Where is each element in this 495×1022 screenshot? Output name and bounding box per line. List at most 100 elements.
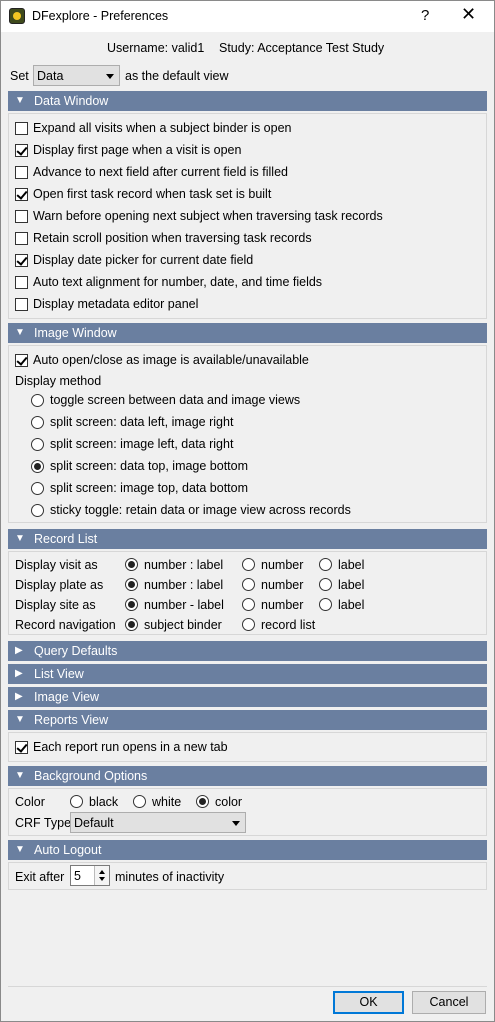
section-image-window[interactable]: ▼ Image Window bbox=[8, 323, 487, 343]
new-tab-checkbox[interactable] bbox=[15, 741, 28, 754]
color-radio-black[interactable] bbox=[70, 795, 83, 808]
color-radio-color[interactable] bbox=[196, 795, 209, 808]
section-auto-logout[interactable]: ▼ Auto Logout bbox=[8, 840, 487, 860]
triangle-right-icon: ▶ bbox=[15, 645, 23, 656]
spin-down-icon[interactable] bbox=[99, 877, 105, 881]
cancel-button[interactable]: Cancel bbox=[412, 991, 486, 1014]
section-image-view[interactable]: ▶ Image View bbox=[8, 687, 487, 707]
color-radio-white[interactable] bbox=[133, 795, 146, 808]
open-first-task-checkbox[interactable] bbox=[15, 188, 28, 201]
radio-label: number : label bbox=[144, 558, 224, 572]
section-reports-view[interactable]: ▼ Reports View bbox=[8, 710, 487, 730]
site-radio-number-label[interactable] bbox=[125, 598, 138, 611]
date-picker-checkbox[interactable] bbox=[15, 254, 28, 267]
method-radio-toggle[interactable] bbox=[31, 394, 44, 407]
method-label: toggle screen between data and image vie… bbox=[50, 393, 301, 407]
radio-label: label bbox=[338, 598, 365, 612]
display-first-page-checkbox[interactable] bbox=[15, 144, 28, 157]
triangle-down-icon: ▼ bbox=[15, 327, 25, 338]
exit-after-label: Exit after bbox=[15, 870, 65, 884]
section-label: Image Window bbox=[34, 326, 117, 340]
ok-button[interactable]: OK bbox=[333, 991, 404, 1014]
visit-radio-number[interactable] bbox=[242, 558, 255, 571]
spin-buttons[interactable] bbox=[94, 866, 109, 885]
option-label: Auto text alignment for number, date, an… bbox=[33, 275, 323, 289]
title-bar: DFexplore - Preferences ? ✕ bbox=[1, 1, 494, 32]
image-window-group bbox=[8, 345, 487, 523]
method-label: split screen: image left, data right bbox=[50, 437, 234, 451]
username-label: Username: valid1 bbox=[107, 41, 205, 55]
radio-label: number : label bbox=[144, 578, 224, 592]
record-row-label: Record navigation bbox=[15, 618, 116, 632]
record-row-label: Display site as bbox=[15, 598, 96, 612]
expand-visits-checkbox[interactable] bbox=[15, 122, 28, 135]
logout-minutes-value: 5 bbox=[74, 869, 81, 883]
metadata-editor-checkbox[interactable] bbox=[15, 298, 28, 311]
method-radio-sticky-toggle[interactable] bbox=[31, 504, 44, 517]
section-data-window[interactable]: ▼ Data Window bbox=[8, 91, 487, 111]
logout-minutes-spinbox[interactable]: 5 bbox=[70, 865, 110, 886]
radio-label: number bbox=[261, 598, 304, 612]
method-label: split screen: data left, image right bbox=[50, 415, 234, 429]
triangle-right-icon: ▶ bbox=[15, 691, 23, 702]
section-label: List View bbox=[34, 667, 84, 681]
site-radio-number[interactable] bbox=[242, 598, 255, 611]
navigation-radio-record-list[interactable] bbox=[242, 618, 255, 631]
minutes-inactivity-label: minutes of inactivity bbox=[115, 870, 225, 884]
window-title: DFexplore - Preferences bbox=[32, 9, 169, 23]
visit-radio-number-label[interactable] bbox=[125, 558, 138, 571]
triangle-right-icon: ▶ bbox=[15, 668, 23, 679]
crf-type-value: Default bbox=[74, 816, 114, 830]
option-label: Expand all visits when a subject binder … bbox=[33, 121, 292, 135]
spin-up-icon[interactable] bbox=[99, 870, 105, 874]
crf-type-label: CRF Type bbox=[15, 816, 72, 830]
default-view-suffix: as the default view bbox=[125, 69, 229, 83]
chevron-down-icon bbox=[232, 821, 240, 826]
retain-scroll-checkbox[interactable] bbox=[15, 232, 28, 245]
section-background-options[interactable]: ▼ Background Options bbox=[8, 766, 487, 786]
crf-type-select[interactable]: Default bbox=[70, 812, 246, 833]
method-label: sticky toggle: retain data or image view… bbox=[50, 503, 351, 517]
method-label: split screen: data top, image bottom bbox=[50, 459, 249, 473]
record-row-label: Display visit as bbox=[15, 558, 98, 572]
method-radio-image-top[interactable] bbox=[31, 482, 44, 495]
radio-label: record list bbox=[261, 618, 316, 632]
plate-radio-number-label[interactable] bbox=[125, 578, 138, 591]
section-record-list[interactable]: ▼ Record List bbox=[8, 529, 487, 549]
auto-open-image-checkbox[interactable] bbox=[15, 354, 28, 367]
plate-radio-label[interactable] bbox=[319, 578, 332, 591]
radio-label: number - label bbox=[144, 598, 224, 612]
close-icon[interactable]: ✕ bbox=[461, 4, 476, 25]
section-label: Auto Logout bbox=[34, 843, 102, 857]
default-view-prefix: Set bbox=[10, 69, 29, 83]
color-label: Color bbox=[15, 795, 45, 809]
default-view-select[interactable]: Data bbox=[33, 65, 120, 86]
separator bbox=[8, 986, 487, 987]
radio-label: white bbox=[152, 795, 182, 809]
plate-radio-number[interactable] bbox=[242, 578, 255, 591]
option-label: Advance to next field after current fiel… bbox=[33, 165, 288, 179]
display-method-label: Display method bbox=[15, 374, 102, 388]
method-radio-data-left[interactable] bbox=[31, 416, 44, 429]
auto-text-alignment-checkbox[interactable] bbox=[15, 276, 28, 289]
section-label: Background Options bbox=[34, 769, 148, 783]
visit-radio-label[interactable] bbox=[319, 558, 332, 571]
option-label: Auto open/close as image is available/un… bbox=[33, 353, 309, 367]
default-view-value: Data bbox=[37, 69, 64, 83]
section-list-view[interactable]: ▶ List View bbox=[8, 664, 487, 684]
method-label: split screen: image top, data bottom bbox=[50, 481, 249, 495]
triangle-down-icon: ▼ bbox=[15, 95, 25, 106]
help-icon[interactable]: ? bbox=[421, 7, 429, 24]
site-radio-label[interactable] bbox=[319, 598, 332, 611]
triangle-down-icon: ▼ bbox=[15, 844, 25, 855]
section-query-defaults[interactable]: ▶ Query Defaults bbox=[8, 641, 487, 661]
navigation-radio-subject-binder[interactable] bbox=[125, 618, 138, 631]
method-radio-data-top[interactable] bbox=[31, 460, 44, 473]
option-label: Display date picker for current date fie… bbox=[33, 253, 254, 267]
radio-label: color bbox=[215, 795, 243, 809]
chevron-down-icon bbox=[106, 74, 114, 79]
advance-next-field-checkbox[interactable] bbox=[15, 166, 28, 179]
method-radio-image-left[interactable] bbox=[31, 438, 44, 451]
warn-next-subject-checkbox[interactable] bbox=[15, 210, 28, 223]
radio-label: label bbox=[338, 558, 365, 572]
